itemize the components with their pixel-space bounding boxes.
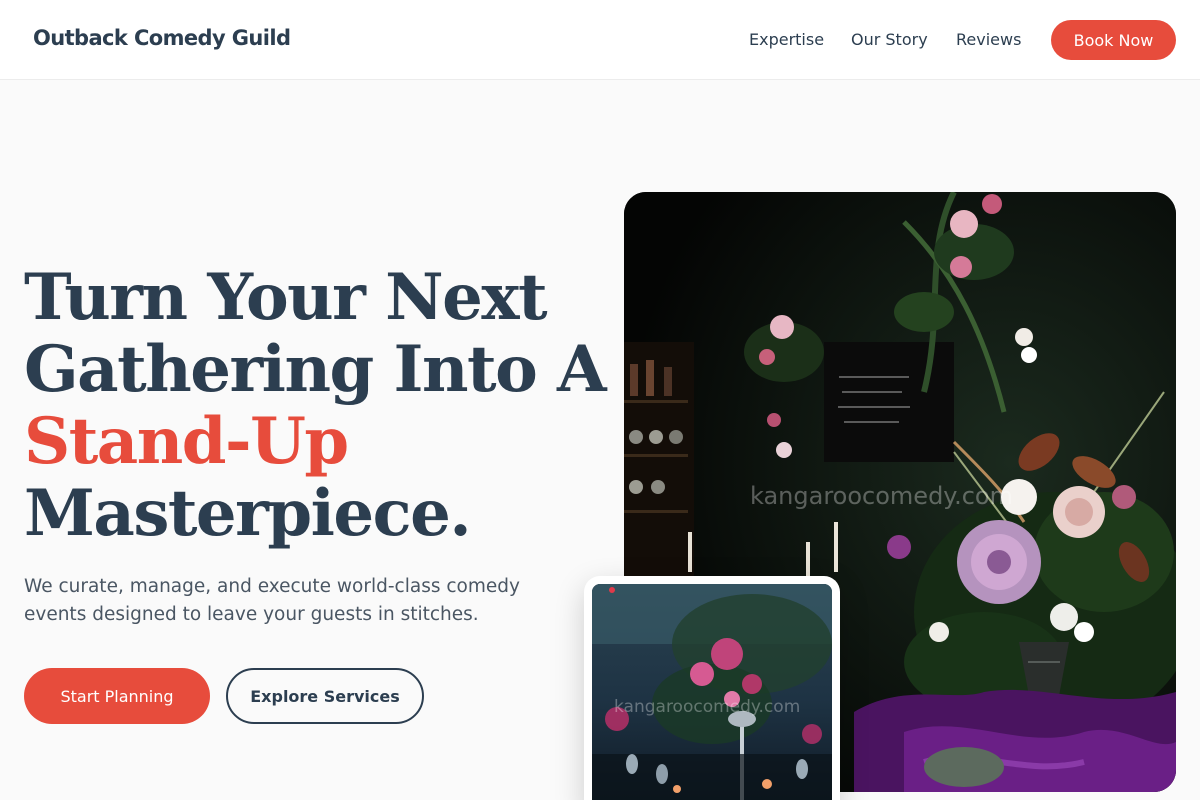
nav-link-reviews[interactable]: Reviews — [956, 30, 1021, 49]
headline-line: Gathering Into A — [24, 332, 607, 407]
brand-logo[interactable]: Outback Comedy Guild — [33, 26, 291, 50]
hero-headline: Turn Your Next Gathering Into A Stand-Up… — [24, 260, 607, 551]
headline-line: Masterpiece. — [24, 476, 472, 551]
hero-image-watermark: kangaroocomedy.com — [750, 482, 1013, 510]
headline-line: Turn Your Next — [24, 260, 548, 335]
nav-link-our-story[interactable]: Our Story — [851, 30, 928, 49]
inset-image: kangaroocomedy.com — [592, 584, 832, 800]
nav-link-expertise[interactable]: Expertise — [749, 30, 824, 49]
explore-services-button[interactable]: Explore Services — [226, 668, 424, 724]
inset-image-watermark: kangaroocomedy.com — [614, 697, 800, 717]
start-planning-button[interactable]: Start Planning — [24, 668, 210, 724]
site-header: Outback Comedy Guild Expertise Our Story… — [0, 0, 1200, 80]
headline-accent: Stand-Up — [24, 404, 349, 479]
hero-subtitle: We curate, manage, and execute world-cla… — [24, 576, 520, 625]
book-now-button[interactable]: Book Now — [1051, 20, 1176, 60]
